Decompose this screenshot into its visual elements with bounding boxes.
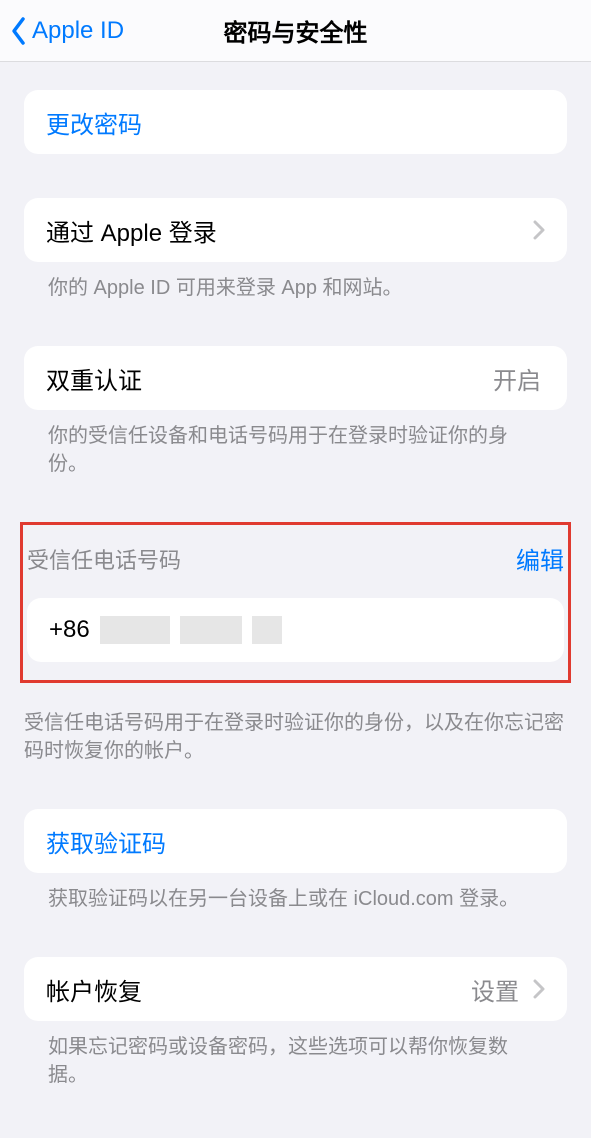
account-recovery-footer: 如果忘记密码或设备密码，这些选项可以帮你恢复数据。 (24, 1021, 567, 1089)
account-recovery-row[interactable]: 帐户恢复 设置 (24, 957, 567, 1021)
two-factor-status: 开启 (493, 361, 541, 396)
account-recovery-label: 帐户恢复 (46, 972, 471, 1007)
group-account-recovery: 帐户恢复 设置 如果忘记密码或设备密码，这些选项可以帮你恢复数据。 (0, 957, 591, 1089)
chevron-right-icon (533, 979, 545, 999)
two-factor-footer: 你的受信任设备和电话号码用于在登录时验证你的身份。 (24, 410, 567, 478)
get-code-row[interactable]: 获取验证码 (24, 809, 567, 873)
content: 更改密码 通过 Apple 登录 你的 Apple ID 可用来登录 App 和… (0, 90, 591, 1105)
edit-button[interactable]: 编辑 (516, 541, 564, 576)
trusted-phone-row[interactable]: +86 (27, 598, 564, 662)
group-change-password: 更改密码 (0, 90, 591, 154)
get-code-footer: 获取验证码以在另一台设备上或在 iCloud.com 登录。 (24, 873, 567, 913)
trusted-phone-highlight: 受信任电话号码 编辑 +86 (20, 522, 571, 683)
trusted-phone-value: +86 (49, 616, 282, 644)
two-factor-row: 双重认证 开启 (24, 346, 567, 410)
sign-in-with-apple-footer: 你的 Apple ID 可用来登录 App 和网站。 (24, 262, 567, 302)
two-factor-label: 双重认证 (46, 361, 493, 396)
trusted-phone-header-row: 受信任电话号码 编辑 (23, 541, 568, 598)
back-label: Apple ID (32, 17, 124, 45)
trusted-phone-footer: 受信任电话号码用于在登录时验证你的身份，以及在你忘记密码时恢复你的帐户。 (0, 697, 591, 765)
group-get-code: 获取验证码 获取验证码以在另一台设备上或在 iCloud.com 登录。 (0, 809, 591, 913)
account-recovery-detail: 设置 (471, 972, 519, 1007)
change-password-row[interactable]: 更改密码 (24, 90, 567, 154)
chevron-left-icon (8, 16, 30, 46)
group-sign-in-with-apple: 通过 Apple 登录 你的 Apple ID 可用来登录 App 和网站。 (0, 198, 591, 302)
trusted-phone-header: 受信任电话号码 (27, 543, 181, 575)
back-button[interactable]: Apple ID (8, 16, 124, 46)
chevron-right-icon (533, 220, 545, 240)
change-password-label: 更改密码 (46, 105, 545, 140)
sign-in-with-apple-label: 通过 Apple 登录 (46, 213, 523, 248)
navigation-bar: Apple ID 密码与安全性 (0, 0, 591, 62)
phone-prefix: +86 (49, 616, 90, 644)
sign-in-with-apple-row[interactable]: 通过 Apple 登录 (24, 198, 567, 262)
group-two-factor: 双重认证 开启 你的受信任设备和电话号码用于在登录时验证你的身份。 (0, 346, 591, 478)
get-code-label: 获取验证码 (46, 824, 545, 859)
phone-number-redacted (100, 616, 282, 644)
